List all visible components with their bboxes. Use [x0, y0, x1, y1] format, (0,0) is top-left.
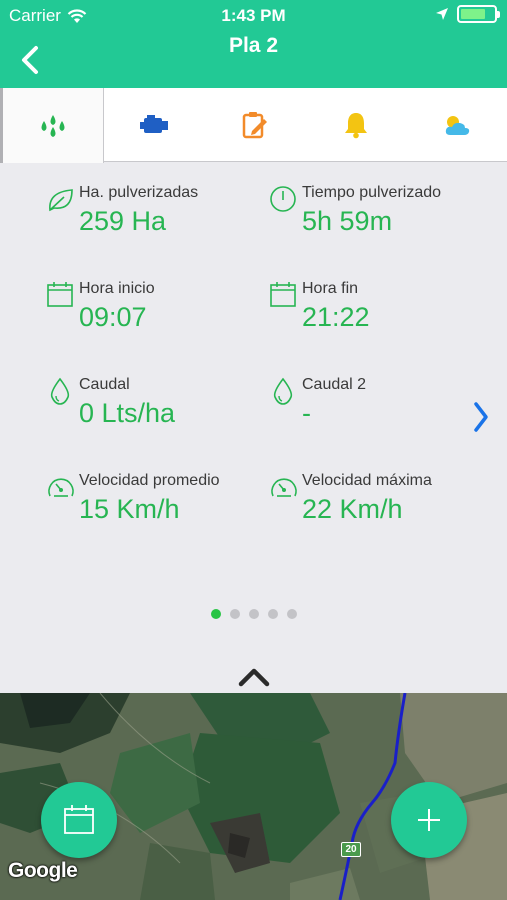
- clipboard-edit-icon: [242, 111, 268, 138]
- tab-spraying[interactable]: [0, 88, 104, 163]
- road-label: 20: [341, 842, 361, 857]
- stat-label: Ha. pulverizadas: [79, 184, 199, 201]
- stat-label: Velocidad promedio: [79, 472, 220, 489]
- stat-value: 09:07: [79, 302, 147, 332]
- speedometer-icon: [271, 478, 297, 497]
- status-indicators: [435, 5, 500, 23]
- page-dot[interactable]: [229, 609, 240, 619]
- stat-label: Hora fin: [302, 280, 359, 297]
- collapse-chevron-icon[interactable]: [236, 664, 272, 690]
- engine-icon: [140, 114, 169, 133]
- stat-label: Caudal 2: [302, 376, 367, 393]
- stat-value: 15 Km/h: [79, 494, 180, 524]
- battery-icon: [457, 5, 500, 23]
- calendar-icon: [270, 282, 296, 307]
- stat-label: Velocidad máxima: [302, 472, 432, 489]
- stat-tiempo-pulverizado: Tiempo pulverizado 5h 59m: [269, 162, 499, 242]
- add-fab-button[interactable]: [391, 782, 467, 858]
- app-header: Carrier 1:43 PM Pla 2: [0, 0, 507, 88]
- page-dot[interactable]: [286, 609, 297, 619]
- stat-value: 0 Lts/ha: [79, 398, 176, 428]
- stat-caudal-2: Caudal 2 -: [269, 354, 499, 434]
- drop-icon: [50, 377, 70, 405]
- tab-report[interactable]: [205, 88, 306, 161]
- stat-caudal: Caudal 0 Lts/ha: [46, 354, 276, 434]
- stat-label: Tiempo pulverizado: [302, 184, 442, 201]
- stat-value: -: [302, 398, 311, 428]
- calendar-fab-button[interactable]: [41, 782, 117, 858]
- stat-ha-pulverizadas: Ha. pulverizadas 259 Ha: [46, 162, 276, 242]
- stat-value: 259 Ha: [79, 206, 167, 236]
- page-indicator[interactable]: [0, 609, 507, 619]
- page-dot[interactable]: [267, 609, 278, 619]
- bell-icon: [344, 112, 367, 138]
- leaf-icon: [49, 189, 73, 212]
- tab-weather[interactable]: [406, 88, 507, 161]
- stat-value: 21:22: [302, 302, 370, 332]
- page-dot[interactable]: [248, 609, 259, 619]
- weather-icon: [445, 115, 469, 135]
- google-attribution: Google: [8, 859, 78, 882]
- stat-value: 5h 59m: [302, 206, 393, 236]
- clock-icon: [270, 186, 296, 212]
- stat-hora-inicio: Hora inicio 09:07: [46, 258, 276, 338]
- drops-icon: [41, 114, 65, 137]
- stat-velocidad-maxima: Velocidad máxima 22 Km/h: [269, 450, 499, 530]
- speedometer-icon: [48, 478, 74, 497]
- tab-alerts[interactable]: [306, 88, 407, 161]
- page-dot[interactable]: [210, 609, 221, 619]
- next-page-chevron-icon[interactable]: [470, 400, 492, 434]
- status-bar: Carrier 1:43 PM: [0, 0, 507, 30]
- calendar-icon: [47, 282, 73, 307]
- status-time: 1:43 PM: [221, 6, 286, 25]
- tab-engine[interactable]: [104, 88, 205, 161]
- page-title: Pla 2: [228, 34, 279, 57]
- drop-icon: [273, 377, 293, 405]
- location-arrow-icon: [436, 8, 448, 20]
- plus-icon: [418, 809, 440, 831]
- tab-bar: [0, 88, 507, 163]
- stat-label: Hora inicio: [79, 280, 155, 297]
- stat-velocidad-promedio: Velocidad promedio 15 Km/h: [46, 450, 276, 530]
- stat-label: Caudal: [79, 376, 130, 393]
- stat-value: 22 Km/h: [302, 494, 403, 524]
- calendar-icon: [64, 805, 94, 834]
- stat-hora-fin: Hora fin 21:22: [269, 258, 499, 338]
